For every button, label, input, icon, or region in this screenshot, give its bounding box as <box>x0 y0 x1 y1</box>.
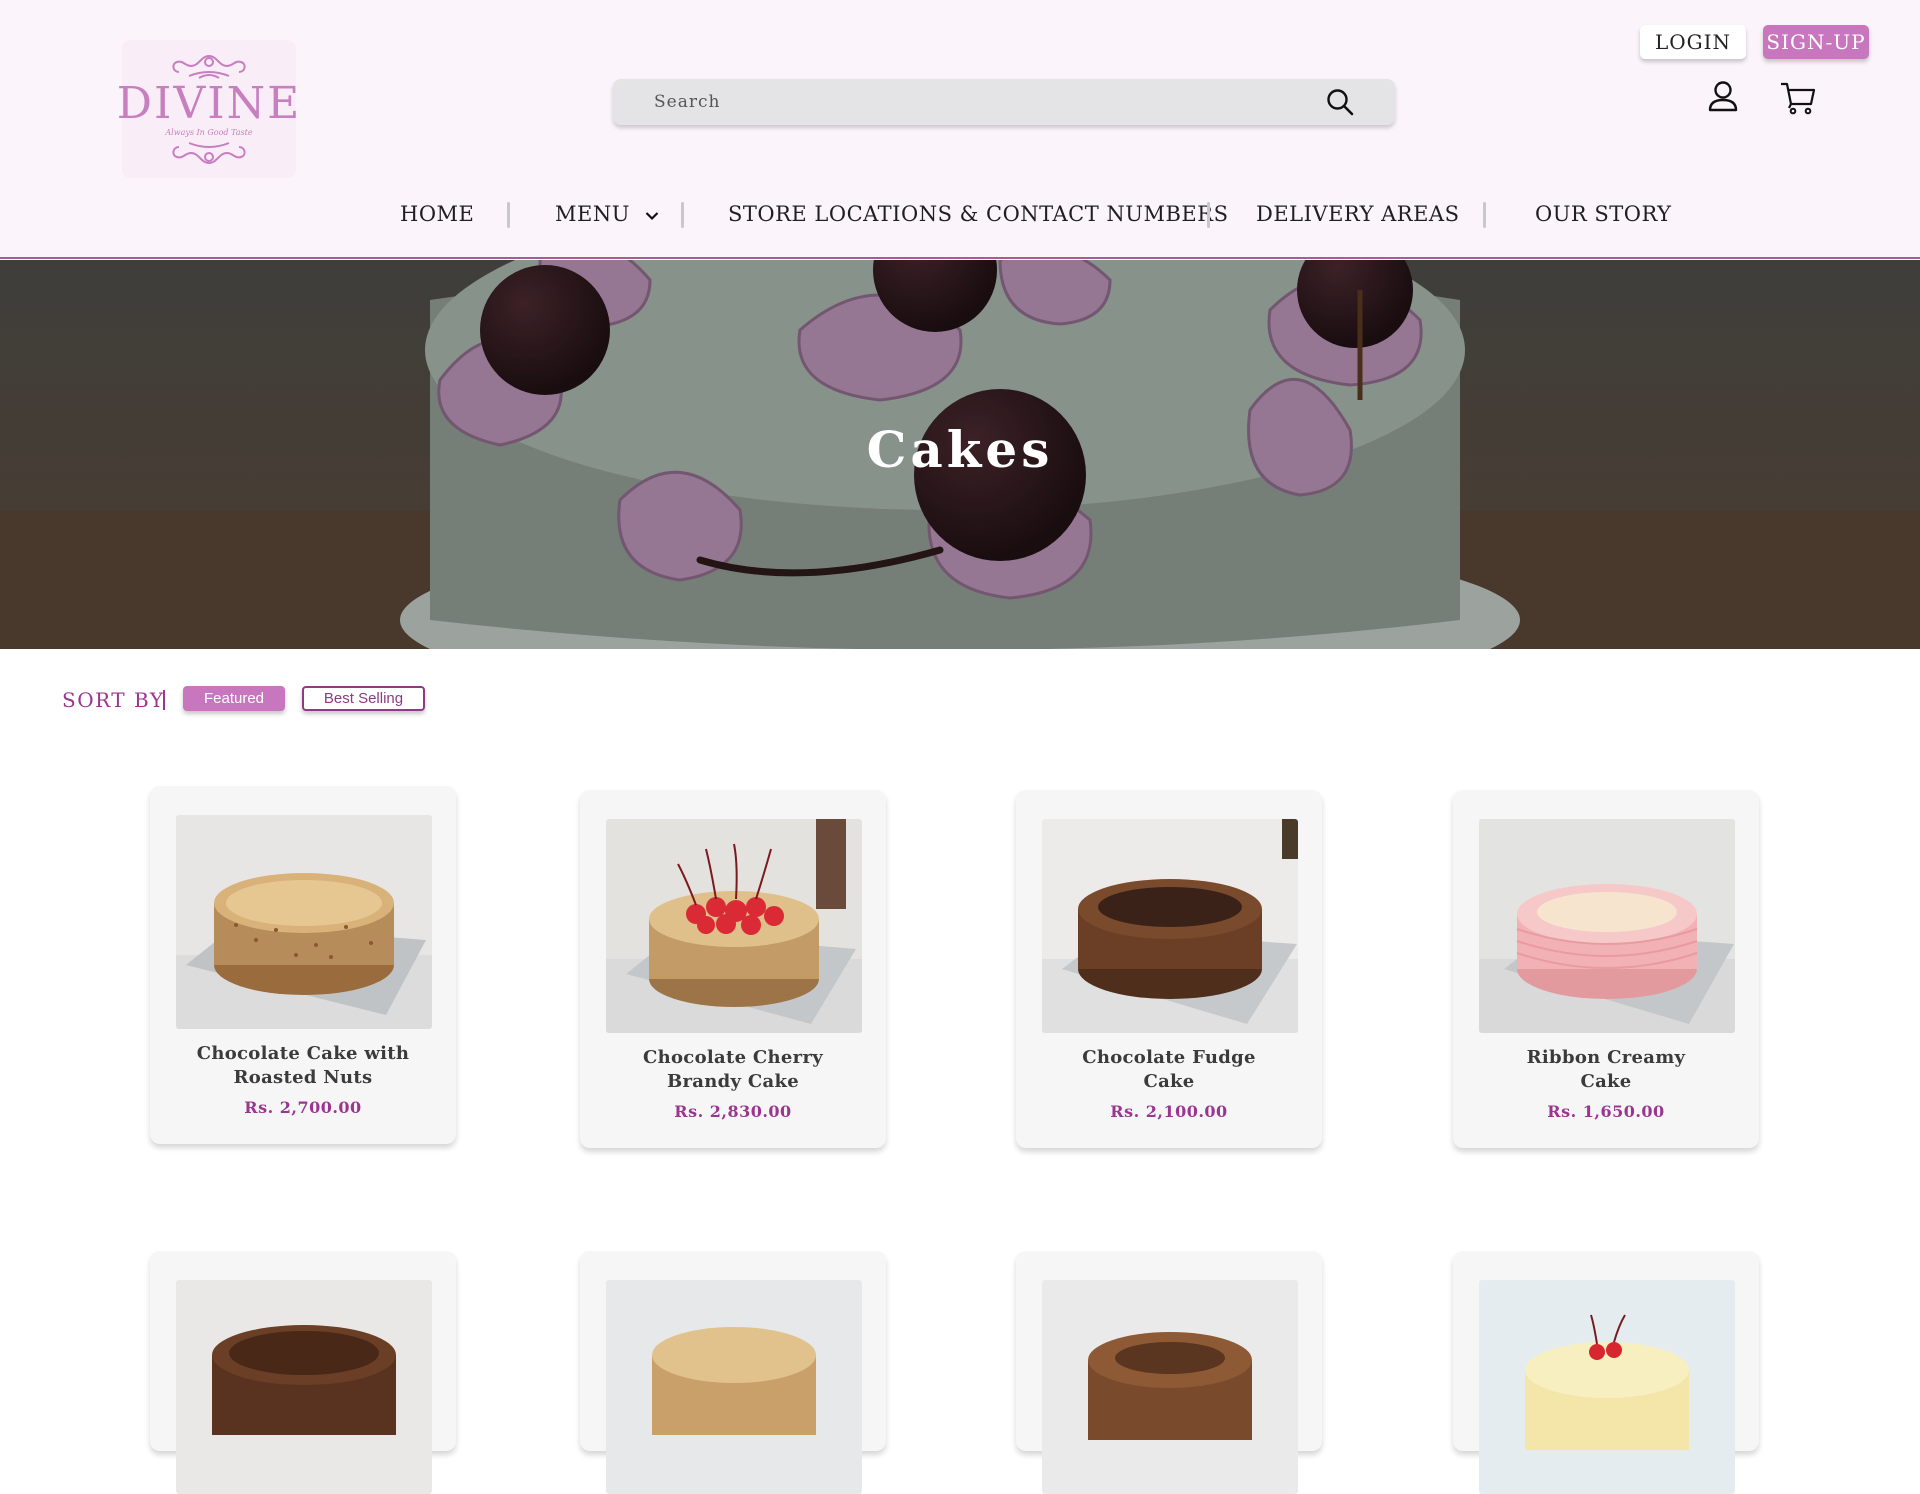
nav-divider <box>507 202 510 228</box>
product-price: Rs. 2,830.00 <box>674 1102 792 1121</box>
nav-divider <box>1207 202 1210 228</box>
chevron-down-icon <box>645 211 659 220</box>
logo-ornament-top-icon <box>172 54 246 79</box>
product-name-line: Cake <box>1143 1071 1195 1092</box>
nav-divider <box>681 202 684 228</box>
brand-name: DIVINE <box>116 77 302 129</box>
product-card[interactable]: Chocolate Fudge Cake Rs. 2,100.00 <box>1016 790 1322 1148</box>
product-image[interactable] <box>606 1280 862 1494</box>
nav-divider <box>1483 202 1486 228</box>
product-card[interactable] <box>580 1251 886 1494</box>
product-card[interactable]: Chocolate Cherry Brandy Cake Rs. 2,830.0… <box>580 790 886 1148</box>
sort-best-selling-button[interactable]: Best Selling <box>302 686 425 711</box>
sort-label: SORT BY <box>62 688 165 712</box>
product-price: Rs. 2,700.00 <box>244 1098 362 1117</box>
nav-item-menu[interactable]: MENU <box>555 198 659 230</box>
cart-icon[interactable] <box>1779 80 1817 116</box>
nav-item-our-story[interactable]: OUR STORY <box>1535 198 1672 230</box>
product-name-line: Brandy Cake <box>667 1071 799 1092</box>
brand-tagline: Always In Good Taste <box>165 127 253 137</box>
product-name-line: Ribbon Creamy <box>1526 1047 1686 1068</box>
sort-featured-button[interactable]: Featured <box>183 686 285 711</box>
product-price: Rs. 2,100.00 <box>1110 1102 1228 1121</box>
product-image[interactable] <box>176 1280 432 1494</box>
product-name-line: Chocolate Fudge <box>1082 1047 1256 1068</box>
brand-logo[interactable]: DIVINE Always In Good Taste <box>117 40 299 178</box>
product-image[interactable] <box>1042 819 1298 1033</box>
search-input[interactable] <box>613 79 1313 125</box>
nav-item-menu-label: MENU <box>555 202 630 226</box>
product-card[interactable] <box>1453 1251 1759 1494</box>
login-button[interactable]: LOGIN <box>1640 25 1746 59</box>
product-image[interactable] <box>1479 819 1735 1033</box>
site-header: DIVINE Always In Good Taste LOGIN SIGN-U… <box>0 0 1920 259</box>
product-name[interactable]: Chocolate Cherry Brandy Cake <box>580 1046 886 1094</box>
page-title: Cakes <box>866 420 1054 479</box>
product-image[interactable] <box>606 819 862 1033</box>
product-price: Rs. 1,650.00 <box>1547 1102 1665 1121</box>
product-name-line: Cake <box>1580 1071 1632 1092</box>
nav-item-home[interactable]: HOME <box>400 198 474 230</box>
logo-ornament-bottom-icon <box>172 141 246 164</box>
search-bar <box>613 79 1395 125</box>
main-nav: HOME MENU STORE LOCATIONS & CONTACT NUMB… <box>0 198 1920 230</box>
product-card[interactable]: Ribbon Creamy Cake Rs. 1,650.00 <box>1453 790 1759 1148</box>
product-card[interactable] <box>1016 1251 1322 1494</box>
product-card[interactable]: Chocolate Cake with Roasted Nuts Rs. 2,7… <box>150 786 456 1144</box>
product-name-line: Roasted Nuts <box>233 1067 373 1088</box>
product-image[interactable] <box>1042 1280 1298 1494</box>
hero-banner: Cakes <box>0 260 1920 649</box>
product-name-line: Chocolate Cherry <box>642 1047 823 1068</box>
product-image[interactable] <box>1479 1280 1735 1494</box>
product-name[interactable]: Chocolate Cake with Roasted Nuts <box>150 1042 456 1090</box>
product-name-line: Chocolate Cake with <box>196 1043 410 1064</box>
product-name[interactable]: Chocolate Fudge Cake <box>1016 1046 1322 1094</box>
search-icon[interactable] <box>1325 87 1355 117</box>
nav-item-delivery-areas[interactable]: DELIVERY AREAS <box>1256 198 1459 230</box>
product-name[interactable]: Ribbon Creamy Cake <box>1453 1046 1759 1094</box>
nav-item-store-locations[interactable]: STORE LOCATIONS & CONTACT NUMBERS <box>728 198 1228 230</box>
signup-button[interactable]: SIGN-UP <box>1763 25 1869 59</box>
product-image[interactable] <box>176 815 432 1029</box>
product-card[interactable] <box>150 1251 456 1494</box>
sort-divider <box>163 690 165 710</box>
user-account-icon[interactable] <box>1707 80 1739 114</box>
